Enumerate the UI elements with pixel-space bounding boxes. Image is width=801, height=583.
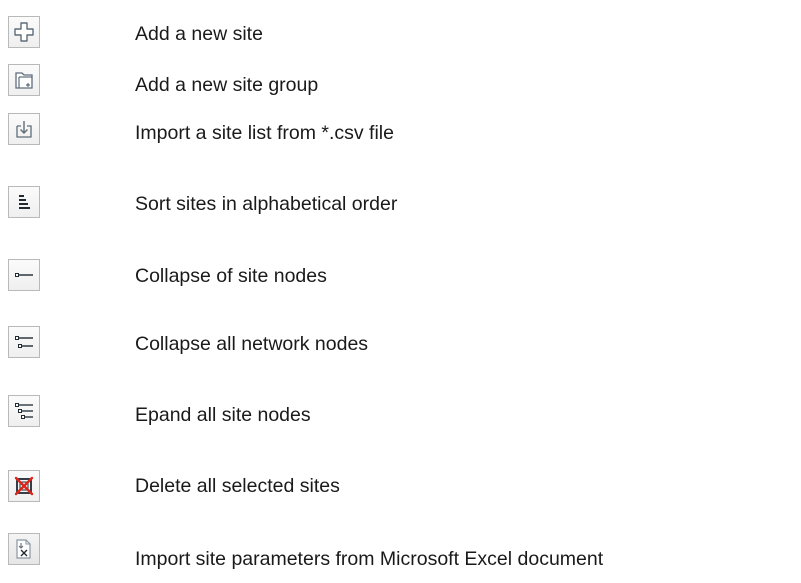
sort-button[interactable] (8, 186, 40, 218)
legend-row-import-excel: Import site parameters from Microsoft Ex… (0, 533, 801, 573)
legend-row-import-csv: Import a site list from *.csv file (0, 113, 801, 153)
add-site-button[interactable] (8, 16, 40, 48)
sort-icon (13, 191, 35, 213)
expand-nodes-label: Epand all site nodes (135, 404, 311, 426)
sort-label: Sort sites in alphabetical order (135, 193, 398, 215)
expand-nodes-icon (13, 400, 35, 422)
delete-selected-label: Delete all selected sites (135, 475, 340, 497)
import-csv-button[interactable] (8, 113, 40, 145)
collapse-network-nodes-label: Collapse all network nodes (135, 333, 369, 355)
delete-selected-button[interactable] (8, 470, 40, 502)
add-icon (13, 21, 35, 43)
collapse-site-nodes-icon (13, 264, 35, 286)
add-site-label: Add a new site (135, 23, 263, 45)
import-excel-button[interactable] (8, 533, 40, 565)
legend-row-sort: Sort sites in alphabetical order (0, 186, 801, 226)
legend-row-add-site: Add a new site (0, 16, 801, 56)
folder-add-icon (13, 69, 35, 91)
delete-icon (13, 475, 35, 497)
collapse-network-nodes-button[interactable] (8, 326, 40, 358)
add-site-group-label: Add a new site group (135, 74, 319, 96)
expand-nodes-button[interactable] (8, 395, 40, 427)
legend-row-collapse-site: Collapse of site nodes (0, 259, 801, 299)
import-csv-label: Import a site list from *.csv file (135, 122, 394, 144)
legend-row-add-group: Add a new site group (0, 64, 801, 104)
import-excel-label: Import site parameters from Microsoft Ex… (135, 548, 604, 570)
add-site-group-button[interactable] (8, 64, 40, 96)
legend-row-expand: Epand all site nodes (0, 395, 801, 435)
collapse-site-nodes-button[interactable] (8, 259, 40, 291)
legend-row-collapse-network: Collapse all network nodes (0, 326, 801, 366)
legend-row-delete: Delete all selected sites (0, 470, 801, 510)
collapse-network-nodes-icon (13, 331, 35, 353)
import-excel-icon (13, 538, 35, 560)
import-csv-icon (13, 118, 35, 140)
collapse-site-nodes-label: Collapse of site nodes (135, 265, 327, 287)
